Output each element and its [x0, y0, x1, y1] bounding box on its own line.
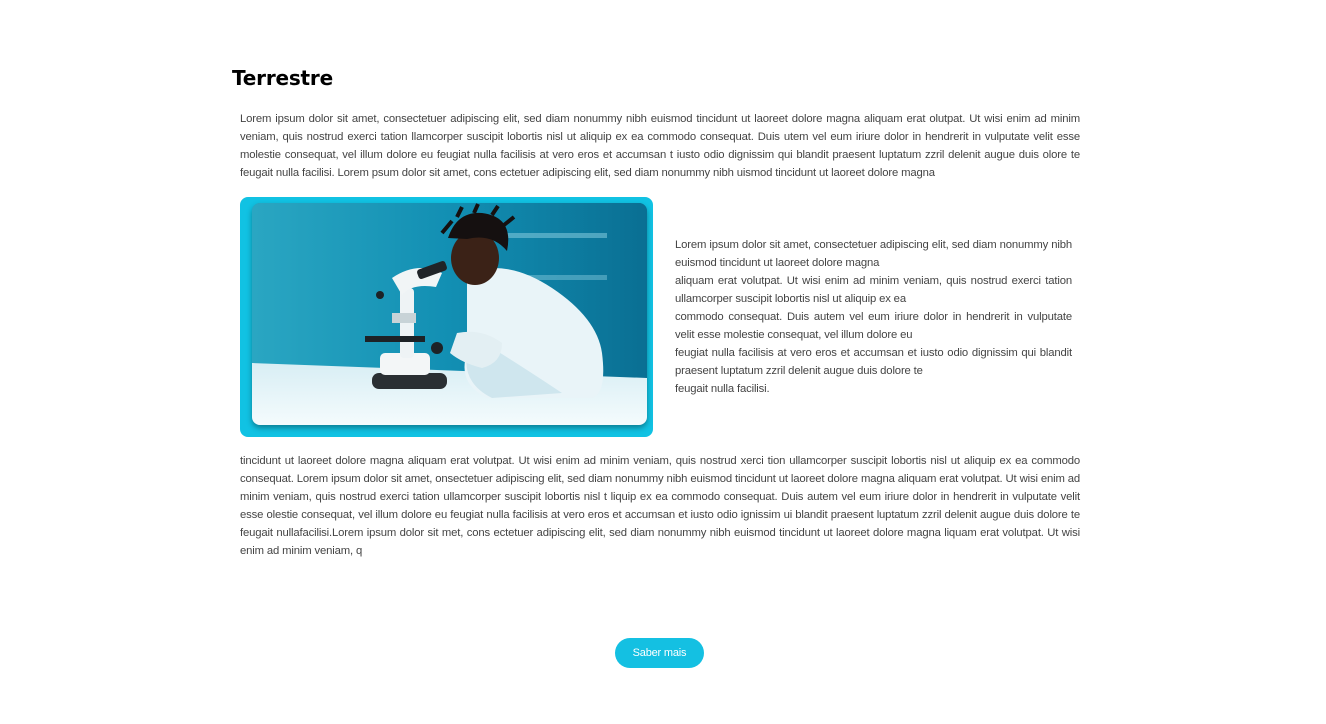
saber-mais-button[interactable]: Saber mais	[615, 638, 704, 668]
bottom-paragraph: tincidunt ut laoreet dolore magna aliqua…	[240, 455, 1080, 557]
side-paragraph-line: commodo consequat. Duis autem vel eum ir…	[675, 311, 1072, 341]
scientist-microscope-photo	[252, 203, 647, 425]
intro-paragraph: Lorem ipsum dolor sit amet, consectetuer…	[240, 113, 1080, 179]
side-paragraph-line: feugiat nulla facilisis at vero eros et …	[675, 347, 1072, 377]
side-paragraph: Lorem ipsum dolor sit amet, consectetuer…	[675, 236, 1072, 398]
side-paragraph-line: Lorem ipsum dolor sit amet, consectetuer…	[675, 239, 1072, 269]
image-frame	[240, 197, 653, 437]
side-paragraph-line: feugait nulla facilisi.	[675, 383, 770, 395]
section-title: Terrestre	[232, 66, 333, 90]
side-paragraph-line: aliquam erat volutpat. Ut wisi enim ad m…	[675, 275, 1072, 305]
